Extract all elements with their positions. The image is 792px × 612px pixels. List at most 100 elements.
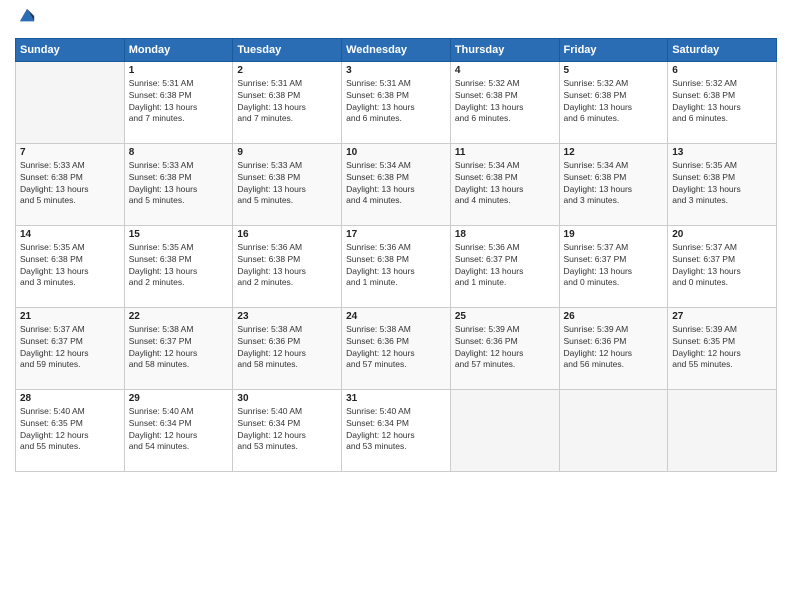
col-header-saturday: Saturday — [668, 38, 777, 61]
cell-info: Sunrise: 5:31 AMSunset: 6:38 PMDaylight:… — [129, 78, 229, 126]
day-number: 20 — [672, 229, 772, 240]
day-number: 22 — [129, 311, 229, 322]
day-number: 30 — [237, 393, 337, 404]
cell-info: Sunrise: 5:33 AMSunset: 6:38 PMDaylight:… — [237, 160, 337, 208]
col-header-sunday: Sunday — [16, 38, 125, 61]
day-number: 19 — [564, 229, 664, 240]
cell-info: Sunrise: 5:35 AMSunset: 6:38 PMDaylight:… — [20, 242, 120, 290]
calendar-table: SundayMondayTuesdayWednesdayThursdayFrid… — [15, 38, 777, 472]
day-number: 18 — [455, 229, 555, 240]
day-number: 23 — [237, 311, 337, 322]
day-number: 10 — [346, 147, 446, 158]
calendar-cell: 8 Sunrise: 5:33 AMSunset: 6:38 PMDaylight… — [124, 143, 233, 225]
header — [15, 10, 777, 30]
day-number: 8 — [129, 147, 229, 158]
day-number: 12 — [564, 147, 664, 158]
day-number: 29 — [129, 393, 229, 404]
logo-icon — [18, 7, 36, 25]
calendar-cell: 19 Sunrise: 5:37 AMSunset: 6:37 PMDayligh… — [559, 225, 668, 307]
cell-info: Sunrise: 5:35 AMSunset: 6:38 PMDaylight:… — [672, 160, 772, 208]
cell-info: Sunrise: 5:34 AMSunset: 6:38 PMDaylight:… — [564, 160, 664, 208]
cell-info: Sunrise: 5:35 AMSunset: 6:38 PMDaylight:… — [129, 242, 229, 290]
header-row: SundayMondayTuesdayWednesdayThursdayFrid… — [16, 38, 777, 61]
calendar-cell: 10 Sunrise: 5:34 AMSunset: 6:38 PMDayligh… — [342, 143, 451, 225]
cell-info: Sunrise: 5:39 AMSunset: 6:36 PMDaylight:… — [564, 324, 664, 372]
day-number: 9 — [237, 147, 337, 158]
col-header-friday: Friday — [559, 38, 668, 61]
cell-info: Sunrise: 5:36 AMSunset: 6:38 PMDaylight:… — [346, 242, 446, 290]
logo — [15, 10, 36, 30]
calendar-cell: 31Sunrise: 5:40 AMSunset: 6:34 PMDayligh… — [342, 389, 451, 471]
cell-info: Sunrise: 5:31 AMSunset: 6:38 PMDaylight:… — [346, 78, 446, 126]
calendar-cell: 6 Sunrise: 5:32 AMSunset: 6:38 PMDaylight… — [668, 61, 777, 143]
day-number: 5 — [564, 65, 664, 76]
cell-info: Sunrise: 5:34 AMSunset: 6:38 PMDaylight:… — [346, 160, 446, 208]
day-number: 6 — [672, 65, 772, 76]
day-number: 26 — [564, 311, 664, 322]
calendar-cell: 22 Sunrise: 5:38 AMSunset: 6:37 PMDayligh… — [124, 307, 233, 389]
calendar-cell — [16, 61, 125, 143]
day-number: 27 — [672, 311, 772, 322]
cell-info: Sunrise: 5:32 AMSunset: 6:38 PMDaylight:… — [672, 78, 772, 126]
calendar-cell: 3 Sunrise: 5:31 AMSunset: 6:38 PMDaylight… — [342, 61, 451, 143]
day-number: 4 — [455, 65, 555, 76]
cell-info: Sunrise: 5:39 AMSunset: 6:36 PMDaylight:… — [455, 324, 555, 372]
calendar-cell: 17 Sunrise: 5:36 AMSunset: 6:38 PMDayligh… — [342, 225, 451, 307]
cell-info: Sunrise: 5:32 AMSunset: 6:38 PMDaylight:… — [564, 78, 664, 126]
day-number: 2 — [237, 65, 337, 76]
col-header-thursday: Thursday — [450, 38, 559, 61]
calendar-cell: 9 Sunrise: 5:33 AMSunset: 6:38 PMDaylight… — [233, 143, 342, 225]
calendar-cell: 2 Sunrise: 5:31 AMSunset: 6:38 PMDaylight… — [233, 61, 342, 143]
cell-info: Sunrise: 5:40 AMSunset: 6:35 PMDaylight:… — [20, 406, 120, 454]
cell-info: Sunrise: 5:40 AMSunset: 6:34 PMDaylight:… — [129, 406, 229, 454]
calendar-cell: 14 Sunrise: 5:35 AMSunset: 6:38 PMDayligh… — [16, 225, 125, 307]
calendar-cell: 21 Sunrise: 5:37 AMSunset: 6:37 PMDayligh… — [16, 307, 125, 389]
cell-info: Sunrise: 5:36 AMSunset: 6:37 PMDaylight:… — [455, 242, 555, 290]
week-row-2: 7Sunrise: 5:33 AMSunset: 6:38 PMDaylight… — [16, 143, 777, 225]
cell-info: Sunrise: 5:31 AMSunset: 6:38 PMDaylight:… — [237, 78, 337, 126]
cell-info: Sunrise: 5:33 AMSunset: 6:38 PMDaylight:… — [129, 160, 229, 208]
day-number: 11 — [455, 147, 555, 158]
week-row-1: 1Sunrise: 5:31 AMSunset: 6:38 PMDaylight… — [16, 61, 777, 143]
cell-info: Sunrise: 5:40 AMSunset: 6:34 PMDaylight:… — [346, 406, 446, 454]
calendar-cell: 29 Sunrise: 5:40 AMSunset: 6:34 PMDayligh… — [124, 389, 233, 471]
week-row-4: 21 Sunrise: 5:37 AMSunset: 6:37 PMDayligh… — [16, 307, 777, 389]
cell-info: Sunrise: 5:38 AMSunset: 6:37 PMDaylight:… — [129, 324, 229, 372]
cell-info: Sunrise: 5:37 AMSunset: 6:37 PMDaylight:… — [672, 242, 772, 290]
cell-info: Sunrise: 5:37 AMSunset: 6:37 PMDaylight:… — [564, 242, 664, 290]
cell-info: Sunrise: 5:36 AMSunset: 6:38 PMDaylight:… — [237, 242, 337, 290]
day-number: 16 — [237, 229, 337, 240]
col-header-monday: Monday — [124, 38, 233, 61]
cell-info: Sunrise: 5:38 AMSunset: 6:36 PMDaylight:… — [346, 324, 446, 372]
calendar-cell: 13 Sunrise: 5:35 AMSunset: 6:38 PMDayligh… — [668, 143, 777, 225]
cell-info: Sunrise: 5:38 AMSunset: 6:36 PMDaylight:… — [237, 324, 337, 372]
calendar-cell: 11 Sunrise: 5:34 AMSunset: 6:38 PMDayligh… — [450, 143, 559, 225]
day-number: 28 — [20, 393, 120, 404]
day-number: 14 — [20, 229, 120, 240]
day-number: 24 — [346, 311, 446, 322]
day-number: 3 — [346, 65, 446, 76]
calendar-cell: 26 Sunrise: 5:39 AMSunset: 6:36 PMDayligh… — [559, 307, 668, 389]
page: SundayMondayTuesdayWednesdayThursdayFrid… — [0, 0, 792, 612]
day-number: 15 — [129, 229, 229, 240]
day-number: 13 — [672, 147, 772, 158]
calendar-cell — [559, 389, 668, 471]
calendar-cell: 7Sunrise: 5:33 AMSunset: 6:38 PMDaylight… — [16, 143, 125, 225]
col-header-wednesday: Wednesday — [342, 38, 451, 61]
calendar-cell: 24 Sunrise: 5:38 AMSunset: 6:36 PMDayligh… — [342, 307, 451, 389]
calendar-cell: 28 Sunrise: 5:40 AMSunset: 6:35 PMDayligh… — [16, 389, 125, 471]
calendar-cell: 1Sunrise: 5:31 AMSunset: 6:38 PMDaylight… — [124, 61, 233, 143]
day-number: 21 — [20, 311, 120, 322]
calendar-cell: 16 Sunrise: 5:36 AMSunset: 6:38 PMDayligh… — [233, 225, 342, 307]
calendar-cell: 23 Sunrise: 5:38 AMSunset: 6:36 PMDayligh… — [233, 307, 342, 389]
cell-info: Sunrise: 5:34 AMSunset: 6:38 PMDaylight:… — [455, 160, 555, 208]
cell-info: Sunrise: 5:39 AMSunset: 6:35 PMDaylight:… — [672, 324, 772, 372]
day-number: 25 — [455, 311, 555, 322]
day-number: 17 — [346, 229, 446, 240]
cell-info: Sunrise: 5:33 AMSunset: 6:38 PMDaylight:… — [20, 160, 120, 208]
col-header-tuesday: Tuesday — [233, 38, 342, 61]
calendar-cell — [668, 389, 777, 471]
week-row-5: 28 Sunrise: 5:40 AMSunset: 6:35 PMDayligh… — [16, 389, 777, 471]
cell-info: Sunrise: 5:37 AMSunset: 6:37 PMDaylight:… — [20, 324, 120, 372]
calendar-cell: 18 Sunrise: 5:36 AMSunset: 6:37 PMDayligh… — [450, 225, 559, 307]
